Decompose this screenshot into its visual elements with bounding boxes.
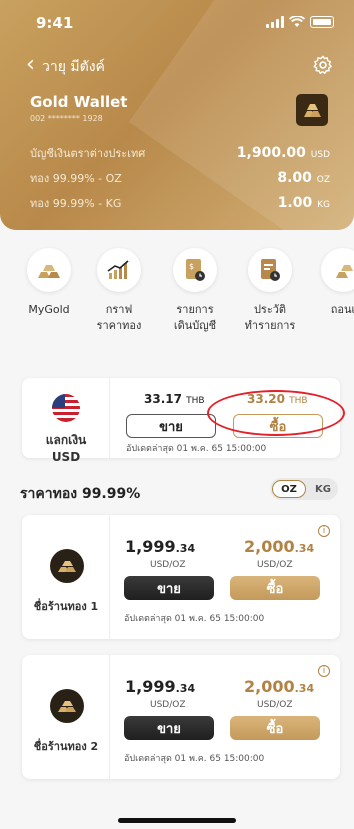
wifi-icon [289, 16, 305, 27]
withdraw-icon [321, 248, 354, 292]
gold-store-card-2: ชื่อร้านทอง 2 i 1,999.34 2,000.34 USD/OZ… [22, 655, 340, 779]
last-updated: อัปเดตล่าสุด 01 พ.ค. 65 15:00:00 [124, 754, 265, 764]
info-icon[interactable]: i [318, 525, 330, 537]
menu-label: ประวัติ ทำรายการ [244, 303, 296, 332]
buy-button-highlight [207, 390, 345, 436]
sell-rate: 33.17 THB [144, 392, 205, 406]
currency-label: แลกเงิน USD [45, 433, 87, 464]
buy-unit: USD/OZ [257, 560, 293, 570]
sell-price: 1,999.34 [125, 677, 196, 696]
buy-unit: USD/OZ [257, 700, 293, 710]
status-bar: 9:41 [36, 14, 334, 34]
gold-bars-logo-icon [296, 94, 328, 126]
buy-button[interactable]: ซื้อ [230, 716, 320, 740]
balance-row-oz: ทอง 99.99% - OZ 8.00 OZ [30, 169, 330, 187]
info-icon[interactable]: i [318, 665, 330, 677]
balance-row-kg: ทอง 99.99% - KG 1.00 KG [30, 194, 330, 212]
menu-item-history[interactable]: ประวัติ ทำรายการ [235, 248, 305, 334]
balance-value: 1,900.00 USD [236, 145, 330, 161]
menu-item-mygold[interactable]: MyGold [14, 248, 84, 318]
toggle-oz[interactable]: OZ [272, 480, 306, 498]
gold-store-card-1: ชื่อร้านทอง 1 i 1,999.34 2,000.34 USD/OZ… [22, 515, 340, 639]
unit-toggle[interactable]: OZ KG [270, 478, 338, 500]
quick-menu: MyGold กราฟ ราคาทอง $ รายการ เดินบัญชี ป… [0, 248, 354, 368]
gold-bars-icon [27, 248, 71, 292]
sell-unit: USD/OZ [150, 560, 186, 570]
buy-price: 2,000.34 [244, 677, 315, 696]
status-icons [266, 16, 334, 28]
balance-label: ทอง 99.99% - OZ [30, 172, 122, 185]
nav-bar: ‹ วายุ มีตังค์ [26, 54, 334, 78]
store-info: ชื่อร้านทอง 1 [22, 515, 110, 639]
menu-label: กราฟ ราคาทอง [96, 303, 142, 332]
sell-price: 1,999.34 [125, 537, 196, 556]
balance-value: 1.00 KG [277, 195, 330, 211]
sell-button[interactable]: ขาย [124, 576, 214, 600]
balance-label: บัญชีเงินตราต่างประเทศ [30, 147, 146, 160]
gold-section-title: ราคาทอง 99.99% [20, 486, 141, 502]
statement-icon: $ [173, 248, 217, 292]
signal-icon [266, 16, 284, 28]
nav-title: วายุ มีตังค์ [42, 59, 105, 75]
last-updated: อัปเดตล่าสุด 01 พ.ค. 65 15:00:00 [126, 444, 267, 454]
svg-text:$: $ [189, 262, 194, 271]
app-screen: 9:41 ‹ วายุ มีตังค์ Gold Wallet 002 ****… [0, 0, 354, 829]
wallet-account-number: 002 ******** 1928 [30, 114, 103, 123]
wallet-header: 9:41 ‹ วายุ มีตังค์ Gold Wallet 002 ****… [0, 0, 354, 230]
menu-label: รายการ เดินบัญชี [173, 303, 217, 332]
store-name: ชื่อร้านทอง 1 [33, 600, 99, 613]
menu-item-gold-chart[interactable]: กราฟ ราคาทอง [84, 248, 154, 334]
store-info: ชื่อร้านทอง 2 [22, 655, 110, 779]
battery-icon [310, 16, 334, 28]
menu-label: MyGold [28, 303, 70, 316]
last-updated: อัปเดตล่าสุด 01 พ.ค. 65 15:00:00 [124, 614, 265, 624]
store-logo-icon [50, 689, 84, 723]
balance-value: 8.00 OZ [277, 170, 330, 186]
menu-item-withdraw[interactable]: ถอนเ [308, 248, 354, 318]
exchange-currency: แลกเงิน USD [22, 378, 110, 464]
status-time: 9:41 [36, 14, 74, 32]
back-icon[interactable]: ‹ [26, 54, 35, 76]
toggle-kg[interactable]: KG [310, 480, 336, 498]
us-flag-icon [52, 394, 80, 422]
sell-button[interactable]: ขาย [124, 716, 214, 740]
sell-button[interactable]: ขาย [126, 414, 216, 438]
home-indicator [118, 818, 236, 823]
wallet-title: Gold Wallet [30, 93, 128, 111]
store-logo-icon [50, 549, 84, 583]
chart-icon [97, 248, 141, 292]
sell-unit: USD/OZ [150, 700, 186, 710]
buy-button[interactable]: ซื้อ [230, 576, 320, 600]
buy-price: 2,000.34 [244, 537, 315, 556]
menu-item-statement[interactable]: $ รายการ เดินบัญชี [160, 248, 230, 334]
menu-label: ถอนเ [330, 303, 354, 316]
gear-icon[interactable] [312, 54, 334, 76]
balance-row-usd: บัญชีเงินตราต่างประเทศ 1,900.00 USD [30, 144, 330, 162]
store-name: ชื่อร้านทอง 2 [33, 740, 99, 753]
history-icon [248, 248, 292, 292]
balance-label: ทอง 99.99% - KG [30, 197, 122, 210]
